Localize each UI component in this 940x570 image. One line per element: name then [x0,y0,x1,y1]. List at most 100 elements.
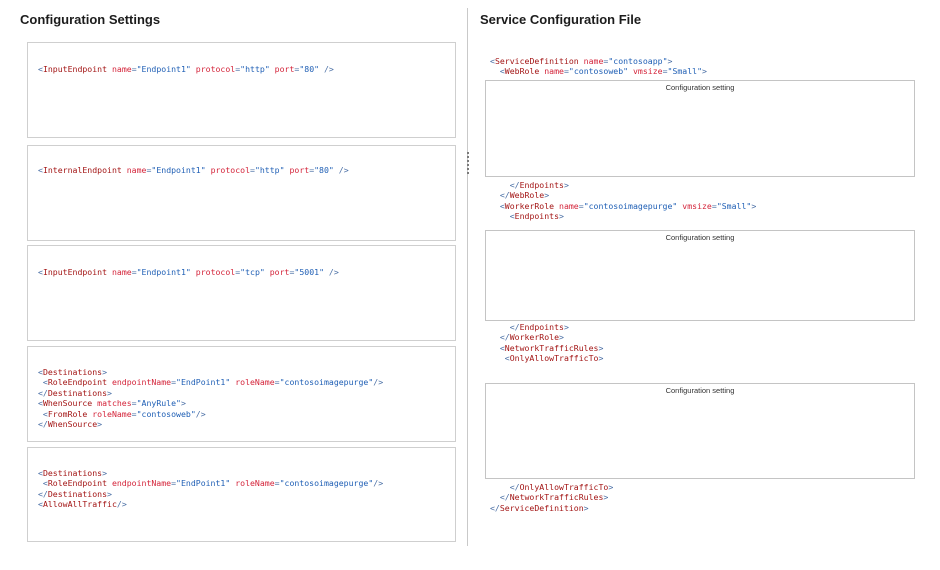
code-line: <InputEndpoint name="Endpoint1" protocol… [38,64,334,74]
code-token: Endpoints [519,180,564,190]
code-token: protocol [205,165,251,175]
code-token: > [583,502,589,513]
config-option-tile[interactable]: <InternalEndpoint name="Endpoint1" proto… [27,145,456,241]
code-token: < [490,211,515,222]
code-token: NetworkTrafficRules [509,492,604,503]
code-line: <RoleEndpoint endpointName="EndPoint1" r… [38,377,383,387]
code-token: </ [490,180,520,190]
code-token: /> [324,267,339,277]
code-token: </ [490,492,510,503]
code-token: WhenSource [47,419,98,430]
code-line: </OnlyAllowTrafficTo> [490,482,614,492]
code-token: Endpoints [519,322,564,332]
service-configuration-file-title: Service Configuration File [480,12,642,27]
code-line: </Destinations> [38,489,383,499]
config-option-code: <InputEndpoint name="Endpoint1" protocol… [38,64,334,74]
code-token: > [544,190,550,201]
code-line: </WebRole> [490,190,756,200]
code-line: </Destinations> [38,388,383,398]
code-token: RoleEndpoint [47,478,108,489]
code-token: "5001" [294,267,324,277]
code-line: <WebRole name="contosoweb" vmsize="Small… [490,66,707,76]
code-token: "EndPoint1" [176,377,231,388]
code-token: </ [490,322,520,332]
code-line: <ServiceDefinition name="contosoapp"> [490,56,707,66]
code-token: WebRole [509,190,545,201]
code-line: <WhenSource matches="AnyRule"> [38,398,383,408]
code-token: </ [490,482,520,492]
code-token: "contosoweb" [568,66,629,77]
code-token: WebRole [504,66,540,77]
code-token: > [559,211,564,222]
code-token: endpointName [107,478,172,489]
code-line: <InputEndpoint name="Endpoint1" protocol… [38,267,339,277]
resize-grip-icon[interactable] [465,150,470,176]
code-token: /> [195,408,206,419]
code-token: Endpoints [514,211,560,222]
code-token: vmsize [628,66,663,77]
drop-slot-workerrole-endpoints[interactable]: Configuration setting [485,230,915,321]
code-token: "contosoimagepurge" [583,200,678,211]
code-token: /> [333,165,349,175]
code-token: > [667,56,673,66]
code-token: "http" [254,165,285,175]
code-token: "Small" [667,66,703,77]
service-definition-code: </Endpoints> </WebRole> <WorkerRole name… [490,180,756,222]
code-token: "Small" [716,200,752,211]
code-token: < [38,478,48,489]
drop-slot-label: Configuration setting [665,386,735,395]
config-option-tile[interactable]: <InputEndpoint name="Endpoint1" protocol… [27,42,456,138]
code-token: "tcp" [240,267,265,277]
code-token: "80" [299,64,320,74]
code-token: > [107,488,112,499]
code-line: </ServiceDefinition> [490,503,613,513]
code-token: </ [490,190,510,201]
code-token: ServiceDefinition [499,502,584,513]
config-option-tile[interactable]: <Destinations> <RoleEndpoint endpointNam… [27,447,456,542]
code-token: "contosoimagepurge" [279,377,374,388]
code-token: name [121,165,147,175]
code-line: <Destinations> [38,367,383,377]
code-token: port [269,64,295,74]
code-token: > [559,332,564,343]
code-line: </NetworkTrafficRules> [490,492,613,502]
code-token: </ [38,419,48,430]
drop-slot-webrole-endpoints[interactable]: Configuration setting [485,80,915,177]
code-line: <Endpoints> [490,211,756,221]
code-token: FromRole [47,408,88,419]
config-option-tile[interactable]: <Destinations> <RoleEndpoint endpointNam… [27,346,456,442]
code-token: "http" [240,64,270,74]
code-line: </Endpoints> [490,322,603,332]
code-token: < [38,377,48,388]
code-token: OnlyAllowTrafficTo [519,482,609,492]
code-token: RoleEndpoint [47,377,108,388]
code-line: <WorkerRole name="contosoimagepurge" vms… [490,201,756,211]
code-token: </ [490,332,510,343]
code-token: </ [38,387,48,398]
code-token: < [490,353,510,364]
code-token: port [284,165,310,175]
code-token: roleName [87,408,132,419]
code-token: "EndPoint1" [176,478,231,489]
code-line: </WorkerRole> [490,332,603,342]
code-line: <OnlyAllowTrafficTo> [490,353,604,364]
drop-slot-network-traffic-rules[interactable]: Configuration setting [485,383,915,479]
code-token: WorkerRole [509,332,560,343]
code-token: vmsize [677,200,712,211]
drop-slot-label: Configuration setting [665,233,735,242]
code-line: <FromRole roleName="contosoweb"/> [38,409,383,419]
config-option-tile[interactable]: <InputEndpoint name="Endpoint1" protocol… [27,245,456,341]
code-token: < [490,200,505,211]
code-token: ServiceDefinition [494,56,579,66]
panel-divider [467,8,468,546]
code-token: name [539,66,564,77]
code-token: > [608,482,614,492]
code-token: Destinations [42,367,103,377]
service-definition-code: </Endpoints> </WorkerRole> <NetworkTraff… [490,322,604,364]
code-token: "Endpoint1" [136,64,191,74]
code-token: > [180,398,186,409]
code-token: </ [38,488,48,499]
code-line: <InternalEndpoint name="Endpoint1" proto… [38,165,349,175]
code-token: > [102,468,108,478]
drop-slot-label: Configuration setting [665,83,735,92]
